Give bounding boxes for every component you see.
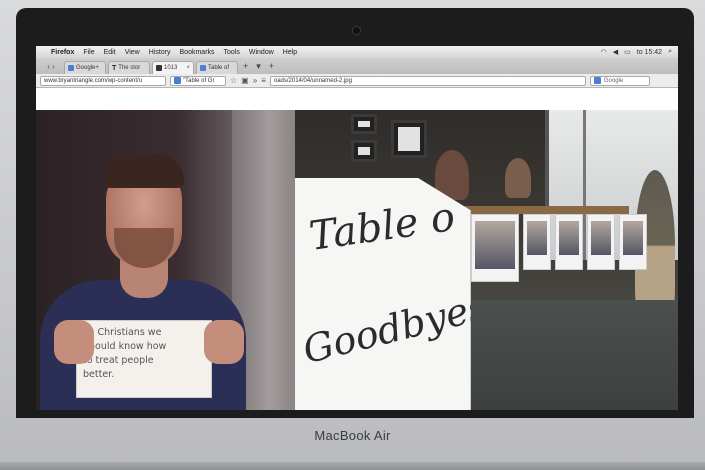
table-of-goodbyes-sign: Table o Goodbyes: [295, 178, 471, 410]
spotlight-icon[interactable]: ⌕: [668, 48, 672, 56]
status-area: ◠ ◀ ▭ to 15:42 ⌕: [601, 48, 672, 56]
laptop-base: [0, 462, 705, 470]
menu-tools[interactable]: Tools: [224, 49, 240, 56]
tab-bar: ‹ › Google+ T The stor 1013 × Table of +…: [36, 58, 678, 74]
sign-line: Should know how: [83, 341, 167, 352]
search-input[interactable]: Google: [589, 75, 650, 86]
google-icon: [593, 77, 601, 84]
menu-app-name[interactable]: Firefox: [51, 49, 74, 56]
sign-text-line-1: Table o: [306, 194, 458, 260]
url-field-right[interactable]: oads/2014/04/unnamed-2.jpg: [269, 75, 586, 86]
wifi-icon[interactable]: ◠: [601, 48, 607, 56]
t-logo-icon: T: [112, 65, 117, 72]
handwritten-sign: As Christians we Should know how to trea…: [76, 320, 212, 398]
device-brand-label: MacBook Air: [314, 428, 391, 443]
portrait-card: [471, 214, 519, 282]
mac-menubar: Firefox File Edit View History Bookmarks…: [36, 46, 678, 58]
portrait-card: [555, 214, 583, 270]
close-tab-icon[interactable]: ×: [186, 65, 190, 71]
right-hand: [204, 320, 244, 364]
portrait-card: [523, 214, 551, 270]
tab-label: 1013: [164, 65, 178, 71]
menu-window[interactable]: Window: [249, 49, 274, 56]
sign-line: to treat people: [83, 355, 154, 366]
menu-icon[interactable]: ≡: [261, 76, 266, 85]
url-field-left[interactable]: www.bryantriangle.com/wp-content/u: [40, 75, 166, 86]
tab-label: The stor: [118, 65, 141, 71]
laptop-body: Firefox File Edit View History Bookmarks…: [0, 0, 705, 470]
battery-icon[interactable]: ▭: [624, 48, 631, 56]
search-field-mid[interactable]: "Table of Gr: [170, 75, 226, 86]
new-tab-icon-2[interactable]: +: [266, 61, 277, 71]
google-icon: [200, 65, 206, 71]
menubar-clock[interactable]: to 15:42: [637, 49, 662, 56]
portrait-card: [619, 214, 647, 270]
volume-icon[interactable]: ◀: [613, 48, 618, 56]
search-placeholder: Google: [603, 77, 624, 84]
table: [459, 206, 629, 214]
tab-google-plus[interactable]: Google+: [64, 61, 106, 74]
menu-file[interactable]: File: [83, 49, 94, 56]
screen: Firefox File Edit View History Bookmarks…: [36, 46, 678, 410]
hair: [104, 154, 184, 188]
tab-scroll-arrows-icon[interactable]: ‹ ›: [40, 62, 62, 71]
menu-bookmarks[interactable]: Bookmarks: [180, 49, 215, 56]
portrait-row: [471, 214, 647, 282]
nav-bar: www.bryantriangle.com/wp-content/u "Tabl…: [36, 74, 678, 88]
photo-man-with-sign: As Christians we Should know how to trea…: [36, 110, 295, 410]
image-icon: [156, 65, 162, 71]
wall-frame: [351, 140, 377, 162]
wall-frame: [351, 114, 377, 134]
clipboard-icon[interactable]: ▣: [241, 76, 249, 85]
sign-text-line-2: Goodbyes: [298, 283, 492, 373]
person-seated: [505, 158, 531, 198]
left-hand: [54, 320, 94, 364]
search-value: "Table of Gr: [183, 77, 215, 84]
tab-table-of[interactable]: Table of: [196, 61, 238, 74]
star-icon[interactable]: ☆: [230, 76, 237, 85]
google-icon: [174, 77, 181, 84]
sign-line: As Christians we: [83, 327, 162, 338]
sign-line: better.: [83, 369, 115, 380]
menu-view[interactable]: View: [125, 49, 140, 56]
menu-edit[interactable]: Edit: [104, 49, 116, 56]
tab-the-story[interactable]: T The stor: [108, 61, 150, 74]
google-plus-icon: [68, 65, 74, 71]
tab-active[interactable]: 1013 ×: [152, 61, 194, 74]
tab-label: Google+: [76, 65, 99, 71]
photo-table-of-goodbyes: Table o Goodbyes: [295, 110, 678, 410]
portrait-card: [587, 214, 615, 270]
menu-help[interactable]: Help: [283, 49, 297, 56]
tab-list-icon[interactable]: ▾: [253, 61, 264, 72]
wall-frame: [391, 120, 427, 158]
tab-label: Table of: [208, 65, 230, 71]
webcam: [352, 26, 361, 35]
menu-history[interactable]: History: [149, 49, 171, 56]
overflow-icon[interactable]: »: [253, 76, 257, 85]
new-tab-icon[interactable]: +: [240, 61, 251, 71]
